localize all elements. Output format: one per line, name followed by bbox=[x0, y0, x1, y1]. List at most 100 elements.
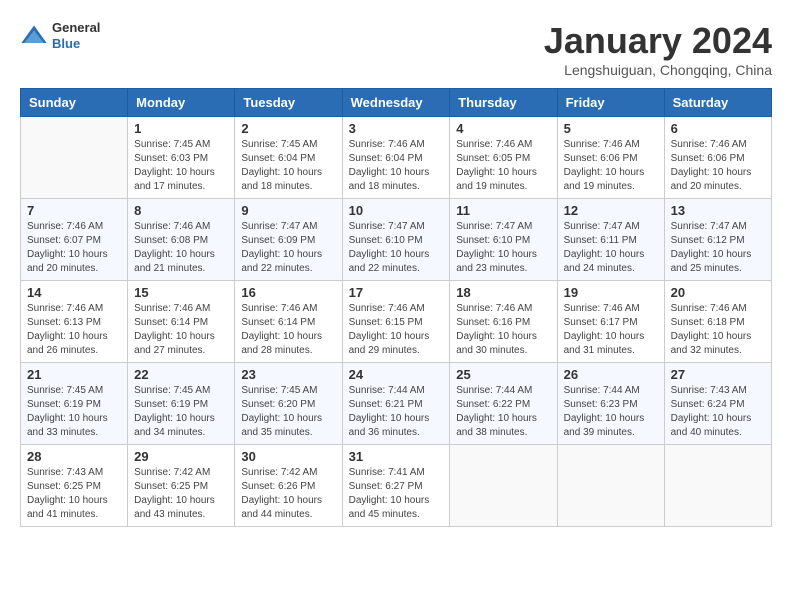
day-number: 26 bbox=[564, 367, 658, 382]
calendar-cell: 17 Sunrise: 7:46 AM Sunset: 6:15 PM Dayli… bbox=[342, 281, 450, 363]
location: Lengshuiguan, Chongqing, China bbox=[544, 62, 772, 78]
day-info: Sunrise: 7:46 AM Sunset: 6:15 PM Dayligh… bbox=[349, 302, 444, 358]
day-number: 6 bbox=[671, 121, 765, 136]
calendar-cell: 16 Sunrise: 7:46 AM Sunset: 6:14 PM Dayli… bbox=[235, 281, 342, 363]
day-info: Sunrise: 7:45 AM Sunset: 6:20 PM Dayligh… bbox=[241, 384, 335, 440]
calendar-cell: 14 Sunrise: 7:46 AM Sunset: 6:13 PM Dayli… bbox=[21, 281, 128, 363]
calendar-cell: 19 Sunrise: 7:46 AM Sunset: 6:17 PM Dayli… bbox=[557, 281, 664, 363]
day-info: Sunrise: 7:46 AM Sunset: 6:14 PM Dayligh… bbox=[134, 302, 228, 358]
title-area: January 2024 Lengshuiguan, Chongqing, Ch… bbox=[544, 20, 772, 78]
day-number: 17 bbox=[349, 285, 444, 300]
month-title: January 2024 bbox=[544, 20, 772, 62]
day-number: 25 bbox=[456, 367, 550, 382]
calendar-week-1: 1 Sunrise: 7:45 AM Sunset: 6:03 PM Daylig… bbox=[21, 117, 772, 199]
calendar-cell: 7 Sunrise: 7:46 AM Sunset: 6:07 PM Daylig… bbox=[21, 199, 128, 281]
day-info: Sunrise: 7:46 AM Sunset: 6:16 PM Dayligh… bbox=[456, 302, 550, 358]
day-info: Sunrise: 7:47 AM Sunset: 6:10 PM Dayligh… bbox=[456, 220, 550, 276]
day-info: Sunrise: 7:45 AM Sunset: 6:03 PM Dayligh… bbox=[134, 138, 228, 194]
day-number: 24 bbox=[349, 367, 444, 382]
calendar-week-4: 21 Sunrise: 7:45 AM Sunset: 6:19 PM Dayli… bbox=[21, 363, 772, 445]
day-info: Sunrise: 7:46 AM Sunset: 6:14 PM Dayligh… bbox=[241, 302, 335, 358]
calendar-week-3: 14 Sunrise: 7:46 AM Sunset: 6:13 PM Dayli… bbox=[21, 281, 772, 363]
calendar-week-2: 7 Sunrise: 7:46 AM Sunset: 6:07 PM Daylig… bbox=[21, 199, 772, 281]
logo: General Blue bbox=[20, 20, 100, 51]
day-number: 1 bbox=[134, 121, 228, 136]
column-header-friday: Friday bbox=[557, 89, 664, 117]
calendar-cell: 18 Sunrise: 7:46 AM Sunset: 6:16 PM Dayli… bbox=[450, 281, 557, 363]
day-info: Sunrise: 7:46 AM Sunset: 6:08 PM Dayligh… bbox=[134, 220, 228, 276]
calendar-cell bbox=[664, 445, 771, 527]
day-info: Sunrise: 7:43 AM Sunset: 6:25 PM Dayligh… bbox=[27, 466, 121, 522]
day-info: Sunrise: 7:46 AM Sunset: 6:06 PM Dayligh… bbox=[671, 138, 765, 194]
day-number: 22 bbox=[134, 367, 228, 382]
day-number: 19 bbox=[564, 285, 658, 300]
day-number: 2 bbox=[241, 121, 335, 136]
day-info: Sunrise: 7:46 AM Sunset: 6:18 PM Dayligh… bbox=[671, 302, 765, 358]
calendar-cell: 20 Sunrise: 7:46 AM Sunset: 6:18 PM Dayli… bbox=[664, 281, 771, 363]
day-number: 5 bbox=[564, 121, 658, 136]
day-info: Sunrise: 7:46 AM Sunset: 6:07 PM Dayligh… bbox=[27, 220, 121, 276]
column-header-wednesday: Wednesday bbox=[342, 89, 450, 117]
day-info: Sunrise: 7:46 AM Sunset: 6:05 PM Dayligh… bbox=[456, 138, 550, 194]
calendar-week-5: 28 Sunrise: 7:43 AM Sunset: 6:25 PM Dayli… bbox=[21, 445, 772, 527]
day-info: Sunrise: 7:44 AM Sunset: 6:22 PM Dayligh… bbox=[456, 384, 550, 440]
calendar-cell: 10Sunrise: 7:47 AM Sunset: 6:10 PM Dayli… bbox=[342, 199, 450, 281]
day-info: Sunrise: 7:47 AM Sunset: 6:12 PM Dayligh… bbox=[671, 220, 765, 276]
day-info: Sunrise: 7:44 AM Sunset: 6:21 PM Dayligh… bbox=[349, 384, 444, 440]
day-info: Sunrise: 7:47 AM Sunset: 6:09 PM Dayligh… bbox=[241, 220, 335, 276]
calendar-cell: 30Sunrise: 7:42 AM Sunset: 6:26 PM Dayli… bbox=[235, 445, 342, 527]
day-number: 20 bbox=[671, 285, 765, 300]
day-number: 29 bbox=[134, 449, 228, 464]
page-header: General Blue January 2024 Lengshuiguan, … bbox=[20, 20, 772, 78]
day-number: 9 bbox=[241, 203, 335, 218]
day-number: 27 bbox=[671, 367, 765, 382]
calendar-cell: 8 Sunrise: 7:46 AM Sunset: 6:08 PM Daylig… bbox=[128, 199, 235, 281]
calendar-cell: 15 Sunrise: 7:46 AM Sunset: 6:14 PM Dayli… bbox=[128, 281, 235, 363]
day-number: 11 bbox=[456, 203, 550, 218]
day-number: 28 bbox=[27, 449, 121, 464]
day-info: Sunrise: 7:46 AM Sunset: 6:06 PM Dayligh… bbox=[564, 138, 658, 194]
day-number: 16 bbox=[241, 285, 335, 300]
day-number: 8 bbox=[134, 203, 228, 218]
calendar-cell: 22 Sunrise: 7:45 AM Sunset: 6:19 PM Dayli… bbox=[128, 363, 235, 445]
day-number: 4 bbox=[456, 121, 550, 136]
calendar-cell: 5 Sunrise: 7:46 AM Sunset: 6:06 PM Daylig… bbox=[557, 117, 664, 199]
day-number: 30 bbox=[241, 449, 335, 464]
calendar-cell: 13 Sunrise: 7:47 AM Sunset: 6:12 PM Dayli… bbox=[664, 199, 771, 281]
logo-general: General bbox=[52, 20, 100, 36]
day-info: Sunrise: 7:45 AM Sunset: 6:19 PM Dayligh… bbox=[134, 384, 228, 440]
day-number: 13 bbox=[671, 203, 765, 218]
day-info: Sunrise: 7:41 AM Sunset: 6:27 PM Dayligh… bbox=[349, 466, 444, 522]
calendar-cell: 28 Sunrise: 7:43 AM Sunset: 6:25 PM Dayli… bbox=[21, 445, 128, 527]
day-number: 15 bbox=[134, 285, 228, 300]
day-number: 12 bbox=[564, 203, 658, 218]
column-header-thursday: Thursday bbox=[450, 89, 557, 117]
day-number: 21 bbox=[27, 367, 121, 382]
calendar-cell bbox=[21, 117, 128, 199]
day-number: 7 bbox=[27, 203, 121, 218]
calendar-cell bbox=[557, 445, 664, 527]
calendar-cell: 29Sunrise: 7:42 AM Sunset: 6:25 PM Dayli… bbox=[128, 445, 235, 527]
calendar-cell: 4 Sunrise: 7:46 AM Sunset: 6:05 PM Daylig… bbox=[450, 117, 557, 199]
column-header-tuesday: Tuesday bbox=[235, 89, 342, 117]
day-info: Sunrise: 7:45 AM Sunset: 6:04 PM Dayligh… bbox=[241, 138, 335, 194]
calendar-cell: 6 Sunrise: 7:46 AM Sunset: 6:06 PM Daylig… bbox=[664, 117, 771, 199]
column-header-monday: Monday bbox=[128, 89, 235, 117]
day-info: Sunrise: 7:47 AM Sunset: 6:11 PM Dayligh… bbox=[564, 220, 658, 276]
logo-icon bbox=[20, 22, 48, 50]
day-info: Sunrise: 7:46 AM Sunset: 6:13 PM Dayligh… bbox=[27, 302, 121, 358]
calendar-cell: 27 Sunrise: 7:43 AM Sunset: 6:24 PM Dayli… bbox=[664, 363, 771, 445]
calendar-cell: 31Sunrise: 7:41 AM Sunset: 6:27 PM Dayli… bbox=[342, 445, 450, 527]
logo-text: General Blue bbox=[52, 20, 100, 51]
calendar-cell: 21Sunrise: 7:45 AM Sunset: 6:19 PM Dayli… bbox=[21, 363, 128, 445]
day-number: 10 bbox=[349, 203, 444, 218]
day-info: Sunrise: 7:46 AM Sunset: 6:04 PM Dayligh… bbox=[349, 138, 444, 194]
day-number: 18 bbox=[456, 285, 550, 300]
day-info: Sunrise: 7:43 AM Sunset: 6:24 PM Dayligh… bbox=[671, 384, 765, 440]
column-header-saturday: Saturday bbox=[664, 89, 771, 117]
day-info: Sunrise: 7:46 AM Sunset: 6:17 PM Dayligh… bbox=[564, 302, 658, 358]
column-header-sunday: Sunday bbox=[21, 89, 128, 117]
calendar-cell bbox=[450, 445, 557, 527]
day-number: 14 bbox=[27, 285, 121, 300]
calendar-cell: 2 Sunrise: 7:45 AM Sunset: 6:04 PM Daylig… bbox=[235, 117, 342, 199]
